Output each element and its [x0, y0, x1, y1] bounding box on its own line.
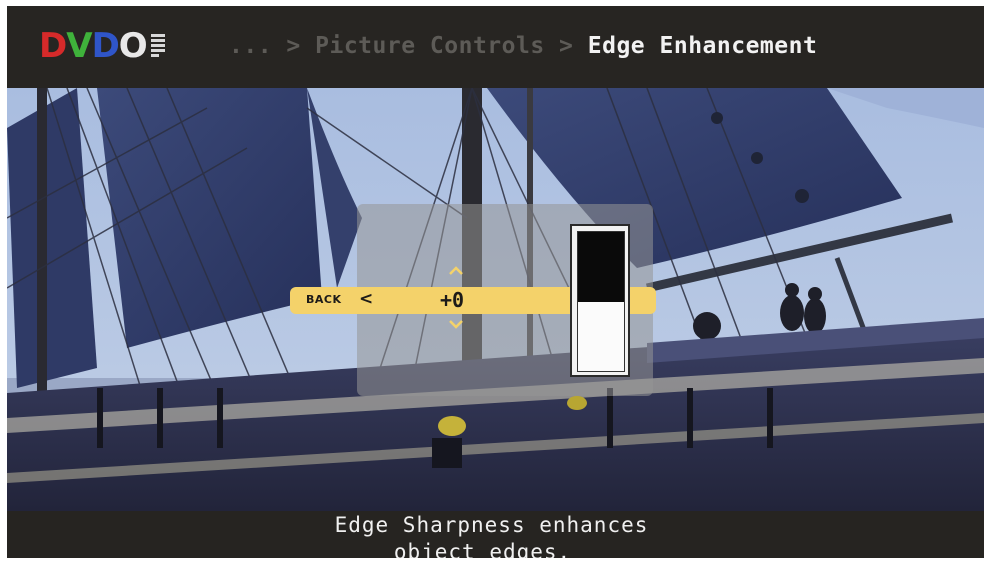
level-meter-empty: [578, 232, 624, 302]
breadcrumb-separator: >: [286, 33, 301, 59]
header-bar: D V D O ... > Picture Controls > Edge En…: [7, 6, 984, 88]
breadcrumb-separator: >: [559, 33, 574, 59]
breadcrumb: ... > Picture Controls > Edge Enhancemen…: [229, 30, 817, 62]
logo-letter-d1: D: [39, 26, 67, 66]
value-readout: +0: [440, 288, 465, 312]
help-text-line-2: object edges.: [393, 540, 572, 558]
dvdo-logo: D V D O: [39, 26, 165, 66]
level-meter-fill: [578, 301, 624, 371]
logo-letter-v: V: [66, 26, 92, 66]
breadcrumb-current-page: Edge Enhancement: [587, 33, 818, 59]
osd-screen: D V D O ... > Picture Controls > Edge En…: [7, 6, 984, 558]
level-meter-track: [577, 231, 625, 372]
logo-letter-d2: D: [91, 26, 120, 66]
chevron-up-icon[interactable]: [448, 266, 464, 276]
dvdo-mark-icon: [150, 34, 165, 58]
breadcrumb-ellipsis[interactable]: ...: [229, 33, 272, 59]
level-meter: [570, 224, 630, 377]
help-text-line-1: Edge Sharpness enhances: [334, 513, 649, 537]
help-text-area: Edge Sharpness enhances object edges.: [7, 511, 984, 558]
breadcrumb-picture-controls[interactable]: Picture Controls: [315, 33, 545, 59]
chevron-down-icon[interactable]: [448, 319, 464, 329]
logo-letter-o: O: [118, 26, 148, 66]
chevron-left-icon[interactable]: <: [359, 288, 373, 310]
back-button[interactable]: BACK: [306, 293, 342, 307]
